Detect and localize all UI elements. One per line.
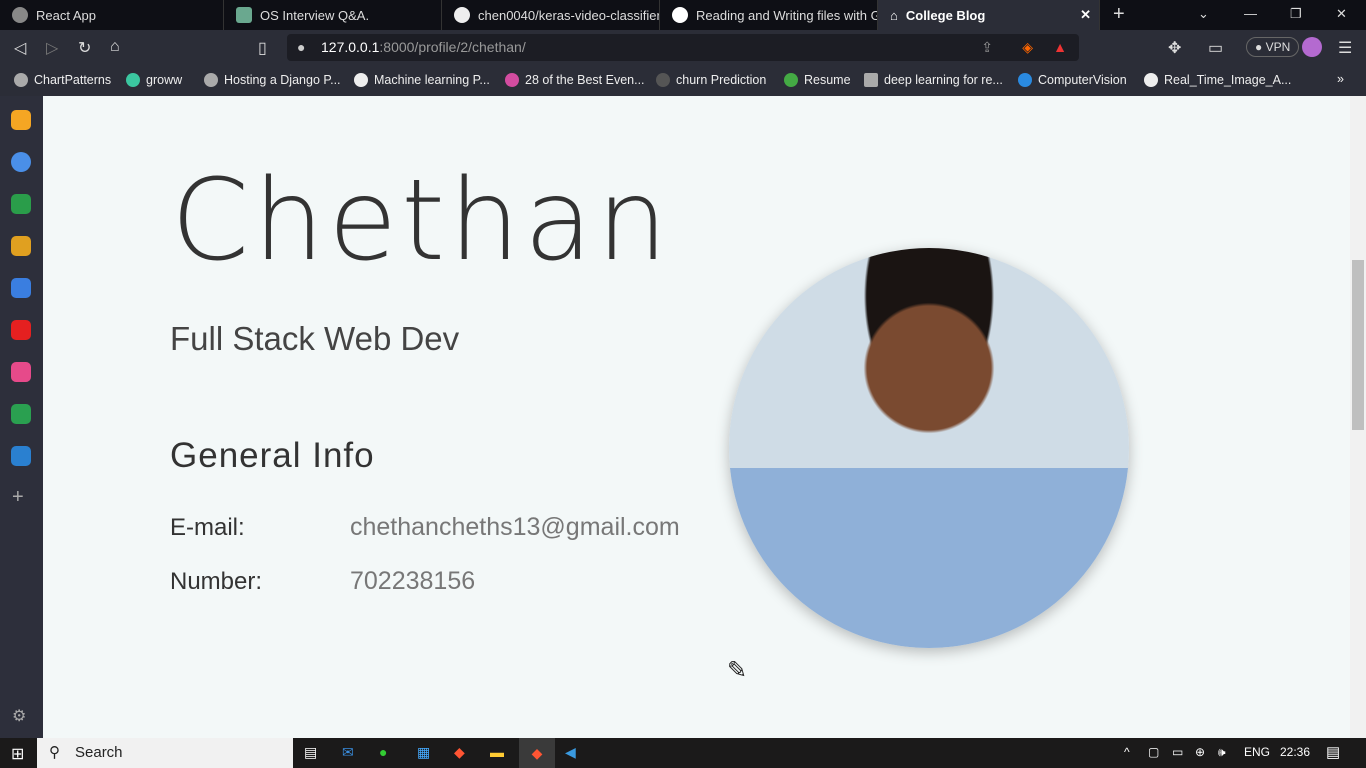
menu-icon[interactable]: ☰ bbox=[1338, 38, 1352, 58]
email-label: E-mail: bbox=[170, 514, 245, 541]
scrollbar[interactable] bbox=[1350, 96, 1366, 738]
close-window-button[interactable]: ✕ bbox=[1336, 6, 1347, 22]
network-icon[interactable]: ⊕ bbox=[1195, 745, 1205, 759]
github-icon bbox=[454, 7, 470, 23]
whatsapp-icon[interactable]: ● bbox=[379, 744, 387, 760]
bookmark-favicon-icon bbox=[1018, 73, 1032, 87]
info-icon: ● bbox=[297, 39, 306, 55]
bookmarks-bar: ChartPatterns groww Hosting a Django P..… bbox=[0, 65, 1366, 96]
profile-page: Chethan Full Stack Web Dev General Info … bbox=[43, 96, 1350, 738]
tab-medium[interactable]: Reading and Writing files with Goo bbox=[660, 0, 878, 30]
python-icon bbox=[204, 73, 218, 87]
bookmark-item[interactable]: deep learning for re... bbox=[864, 73, 1003, 87]
brave-icon[interactable]: ◆ bbox=[454, 744, 465, 761]
bookmark-item[interactable]: ChartPatterns bbox=[14, 73, 111, 87]
brave-shield-icon[interactable]: ◈ bbox=[1022, 34, 1033, 61]
add-icon[interactable]: + bbox=[12, 486, 24, 509]
settings-icon[interactable]: ⚙ bbox=[12, 706, 26, 726]
tab-bar: React App OS Interview Q&A. chen0040/ker… bbox=[0, 0, 1366, 30]
maximize-button[interactable]: ❐ bbox=[1290, 6, 1302, 22]
bookmark-favicon-icon bbox=[14, 73, 28, 87]
scrollbar-thumb[interactable] bbox=[1352, 260, 1364, 430]
volume-icon[interactable]: 🕪 bbox=[1218, 745, 1226, 760]
section-title: General Info bbox=[170, 436, 375, 475]
bookmark-item[interactable]: Real_Time_Image_A... bbox=[1144, 73, 1291, 87]
bookmark-item[interactable]: Resume bbox=[784, 73, 851, 87]
bookmark-item[interactable]: groww bbox=[126, 73, 182, 87]
reload-icon[interactable]: ↻ bbox=[78, 38, 91, 58]
github-icon bbox=[1144, 73, 1158, 87]
task-view-icon[interactable]: ▤ bbox=[304, 744, 317, 761]
tab-react-app[interactable]: React App bbox=[0, 0, 224, 30]
number-value: 702238156 bbox=[350, 567, 476, 595]
v-app-icon[interactable] bbox=[11, 278, 31, 298]
bookmark-favicon-icon bbox=[505, 73, 519, 87]
zoom-icon[interactable] bbox=[11, 446, 31, 466]
profile-role: Full Stack Web Dev bbox=[170, 320, 460, 357]
tab-college-blog[interactable]: ⌂ College Blog ✕ bbox=[878, 0, 1100, 30]
taskbar-search[interactable]: ⚲ Search bbox=[37, 738, 293, 768]
bookmark-favicon-icon bbox=[784, 73, 798, 87]
tray-chevron-icon[interactable]: ^ bbox=[1124, 745, 1130, 759]
tab-list-chevron-icon[interactable]: ⌄ bbox=[1198, 6, 1209, 22]
more-bookmarks-icon[interactable]: » bbox=[1337, 72, 1344, 86]
camera-icon[interactable]: ▢ bbox=[1148, 745, 1159, 759]
home-icon: ⌂ bbox=[890, 7, 898, 23]
profile-photo bbox=[729, 248, 1129, 648]
bookmark-icon[interactable]: ▯ bbox=[258, 38, 267, 58]
firebase-icon[interactable] bbox=[11, 110, 31, 130]
file-explorer-icon[interactable]: ▬ bbox=[490, 744, 504, 760]
tab-os-interview[interactable]: OS Interview Q&A. bbox=[224, 0, 442, 30]
vscode-icon[interactable]: ◀ bbox=[565, 744, 576, 761]
battery-icon[interactable]: ▭ bbox=[1172, 745, 1183, 759]
language-indicator[interactable]: ENG bbox=[1244, 745, 1270, 759]
chatgpt-icon bbox=[236, 7, 252, 23]
home-icon[interactable]: ⌂ bbox=[110, 38, 120, 56]
clickup-icon[interactable] bbox=[11, 362, 31, 382]
slack-icon[interactable] bbox=[11, 236, 31, 256]
minimize-button[interactable]: — bbox=[1244, 6, 1257, 21]
meet-icon[interactable] bbox=[11, 194, 31, 214]
taskbar: ⊞ ⚲ Search ▤ ✉ ● ▦ ◆ ▬ ◆ ◀ ^ ▢ ▭ ⊕ 🕪 ENG … bbox=[0, 738, 1366, 768]
profile-name: Chethan bbox=[171, 156, 672, 286]
github-icon bbox=[354, 73, 368, 87]
mail-icon[interactable]: ✉ bbox=[342, 744, 354, 761]
youtube-icon[interactable] bbox=[11, 320, 31, 340]
drive-icon[interactable] bbox=[11, 404, 31, 424]
profile-avatar[interactable] bbox=[1302, 37, 1322, 57]
vpn-button[interactable]: ● VPN bbox=[1246, 37, 1300, 57]
address-toolbar: ◁ ▷ ↻ ⌂ ▯ ● 127.0.0.1:8000/profile/2/chet… bbox=[0, 30, 1366, 65]
back-icon[interactable]: ◁ bbox=[14, 38, 26, 58]
chrome-icon[interactable] bbox=[11, 152, 31, 172]
search-icon: ⚲ bbox=[49, 744, 60, 761]
bookmark-item[interactable]: Machine learning P... bbox=[354, 73, 490, 87]
sidebar: + ⚙ bbox=[0, 96, 43, 738]
bookmark-item[interactable]: Hosting a Django P... bbox=[204, 73, 341, 87]
brave-rewards-icon[interactable]: ▲ bbox=[1053, 34, 1067, 61]
share-icon[interactable]: ⇪ bbox=[981, 34, 993, 61]
tab-github[interactable]: chen0040/keras-video-classifier: Ke bbox=[442, 0, 660, 30]
edit-icon[interactable]: ✎ bbox=[727, 656, 747, 685]
close-tab-icon[interactable]: ✕ bbox=[1080, 7, 1091, 23]
clock[interactable]: 22:36 bbox=[1280, 745, 1310, 759]
brave-active-icon[interactable]: ◆ bbox=[519, 738, 555, 768]
wallet-icon[interactable]: ▭ bbox=[1208, 38, 1223, 58]
bookmark-favicon-icon bbox=[126, 73, 140, 87]
store-icon[interactable]: ▦ bbox=[417, 744, 430, 761]
bookmark-favicon-icon bbox=[656, 73, 670, 87]
url-bar[interactable]: ● 127.0.0.1:8000/profile/2/chethan/ ⇪ ◈ ▲ bbox=[287, 34, 1079, 61]
extensions-icon[interactable]: ✥ bbox=[1168, 38, 1181, 58]
bookmark-item[interactable]: churn Prediction bbox=[656, 73, 766, 87]
number-label: Number: bbox=[170, 568, 263, 595]
forward-icon[interactable]: ▷ bbox=[46, 38, 58, 58]
bookmark-item[interactable]: ComputerVision bbox=[1018, 73, 1127, 87]
medium-icon bbox=[672, 7, 688, 23]
new-tab-button[interactable]: + bbox=[1113, 3, 1125, 26]
windows-start-icon[interactable]: ⊞ bbox=[11, 744, 24, 764]
notifications-icon[interactable]: ▤ bbox=[1326, 743, 1340, 761]
email-value: chethancheths13@gmail.com bbox=[350, 513, 680, 541]
bookmark-item[interactable]: 28 of the Best Even... bbox=[505, 73, 645, 87]
globe-icon bbox=[12, 7, 28, 23]
bookmark-favicon-icon bbox=[864, 73, 878, 87]
